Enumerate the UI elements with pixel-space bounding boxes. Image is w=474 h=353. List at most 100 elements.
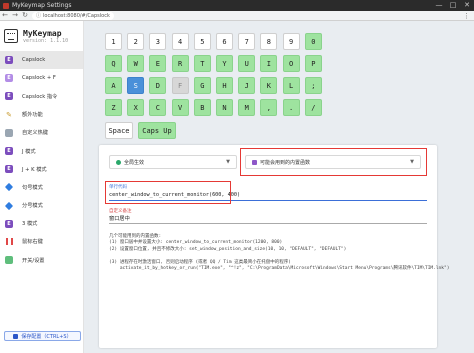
sidebar-item-label: 自定义热键 xyxy=(22,130,48,137)
sidebar-item[interactable]: 分号模式 xyxy=(0,197,83,215)
sidebar-item-label: Capslock + F xyxy=(22,75,56,82)
sidebar-item[interactable]: E Capslock 指令 xyxy=(0,87,83,105)
key[interactable]: C xyxy=(149,99,167,116)
key[interactable]: 2 xyxy=(127,33,145,50)
key[interactable]: ; xyxy=(304,77,322,94)
save-label: 保存配置（CTRL+S） xyxy=(21,333,72,340)
globe-icon xyxy=(116,159,121,165)
key[interactable]: . xyxy=(282,99,300,116)
key[interactable]: O xyxy=(282,55,300,72)
doc-icon xyxy=(5,128,13,137)
key[interactable]: V xyxy=(171,99,189,116)
key[interactable]: X xyxy=(127,99,145,116)
key[interactable]: U xyxy=(238,55,256,72)
sidebar-item-label: 3 模式 xyxy=(22,221,38,228)
key[interactable]: Q xyxy=(105,55,122,72)
key[interactable]: 1 xyxy=(105,33,122,50)
close-button[interactable]: ✕ xyxy=(460,0,474,11)
key[interactable]: I xyxy=(260,55,278,72)
sidebar-item-label: 句号模式 xyxy=(22,184,43,191)
key[interactable]: S xyxy=(127,77,145,94)
sidebar-item-label: 额外功能 xyxy=(22,112,43,119)
key[interactable]: Space xyxy=(105,122,133,139)
key[interactable]: Y xyxy=(216,55,233,72)
sidebar-item[interactable]: 开关/设置 xyxy=(0,251,83,269)
e-icon: E xyxy=(5,74,13,83)
key[interactable]: R xyxy=(171,55,189,72)
scope-select-value: 全局生效 xyxy=(124,159,145,166)
key[interactable]: L xyxy=(282,77,300,94)
url-field[interactable]: ⓘ localhost:8080/#/Capslock xyxy=(32,11,114,20)
key[interactable]: 0 xyxy=(304,33,322,50)
sidebar-item[interactable]: 鼠标右键 xyxy=(0,233,83,251)
e-icon: E xyxy=(5,219,13,228)
sidebar-item[interactable]: E Capslock + F xyxy=(0,69,83,87)
reload-icon[interactable]: ↻ xyxy=(20,12,30,19)
app-icon xyxy=(3,2,9,9)
key[interactable]: 4 xyxy=(171,33,189,50)
brand-name: MyKeymap xyxy=(23,28,62,38)
browser-menu-icon[interactable]: ⋮ xyxy=(463,12,470,20)
help-line: activate_it_by_hotkey_or_run("TIM.exe", … xyxy=(109,266,450,272)
chevron-down-icon: ▼ xyxy=(226,159,230,165)
sidebar-item-label: 分号模式 xyxy=(22,203,43,210)
sidebar-item-label: J 模式 xyxy=(22,148,36,155)
key[interactable]: Caps Up xyxy=(138,122,176,139)
key[interactable]: B xyxy=(193,99,211,116)
key[interactable]: E xyxy=(149,55,167,72)
sidebar-item[interactable]: E 3 模式 xyxy=(0,215,83,233)
sidebar-item[interactable]: 句号模式 xyxy=(0,178,83,196)
note-field-underline xyxy=(109,223,427,224)
sidebar-item[interactable]: E J 模式 xyxy=(0,142,83,160)
minimize-button[interactable]: — xyxy=(432,0,446,11)
key[interactable]: D xyxy=(149,77,167,94)
key[interactable]: , xyxy=(260,99,278,116)
key[interactable]: N xyxy=(216,99,233,116)
maximize-button[interactable]: □ xyxy=(446,0,460,11)
key[interactable]: 9 xyxy=(282,33,300,50)
window-title: MyKeymap Settings xyxy=(12,2,72,9)
url-text: localhost:8080/#/Capslock xyxy=(43,12,110,19)
key[interactable]: F xyxy=(171,77,189,94)
diamond-icon xyxy=(4,183,14,192)
key[interactable]: 6 xyxy=(216,33,233,50)
key[interactable]: / xyxy=(304,99,322,116)
key[interactable]: 3 xyxy=(149,33,167,50)
key[interactable]: K xyxy=(260,77,278,94)
key[interactable]: J xyxy=(238,77,256,94)
cube-icon xyxy=(5,256,13,265)
highlight-box xyxy=(105,181,231,204)
back-icon[interactable]: ← xyxy=(0,12,10,19)
key[interactable]: M xyxy=(238,99,256,116)
sidebar-item[interactable]: E J + K 模式 xyxy=(0,160,83,178)
key[interactable]: 7 xyxy=(238,33,256,50)
sidebar-item-label: Capslock 指令 xyxy=(22,93,58,100)
address-bar: ← → ↻ ⓘ localhost:8080/#/Capslock ⋮ xyxy=(0,11,474,21)
key[interactable]: H xyxy=(216,77,233,94)
note-field[interactable]: 窗口居中 xyxy=(109,215,130,222)
key[interactable]: G xyxy=(193,77,211,94)
sidebar-item-label: Capslock xyxy=(22,57,46,64)
save-config-button[interactable]: 保存配置（CTRL+S） xyxy=(4,331,81,341)
key[interactable]: P xyxy=(304,55,322,72)
action-config-panel: 全局生效 ▼ 可能会用到的内置函数 ▼ 单行代码 center_window_t… xyxy=(99,145,449,348)
key[interactable]: 8 xyxy=(260,33,278,50)
sidebar-item-label: 鼠标右键 xyxy=(22,239,43,246)
sidebar-item[interactable]: E Capslock xyxy=(0,51,83,70)
window-titlebar: MyKeymap Settings — □ ✕ xyxy=(0,0,474,11)
keyboard-logo-icon xyxy=(4,29,18,43)
key[interactable]: A xyxy=(105,77,122,94)
highlight-box xyxy=(240,148,427,176)
e-icon: E xyxy=(5,92,13,101)
scope-select[interactable]: 全局生效 ▼ xyxy=(109,155,237,169)
sidebar-item[interactable]: 自定义热键 xyxy=(0,124,83,142)
key[interactable]: T xyxy=(193,55,211,72)
note-field-label: 自定义备注 xyxy=(109,209,132,214)
diamond-icon xyxy=(4,201,14,210)
sidebar-item[interactable]: ✎ 额外功能 xyxy=(0,106,83,124)
pencil-icon: ✎ xyxy=(6,110,12,119)
key[interactable]: 5 xyxy=(193,33,211,50)
key[interactable]: W xyxy=(127,55,145,72)
forward-icon[interactable]: → xyxy=(10,12,20,19)
key[interactable]: Z xyxy=(105,99,122,116)
